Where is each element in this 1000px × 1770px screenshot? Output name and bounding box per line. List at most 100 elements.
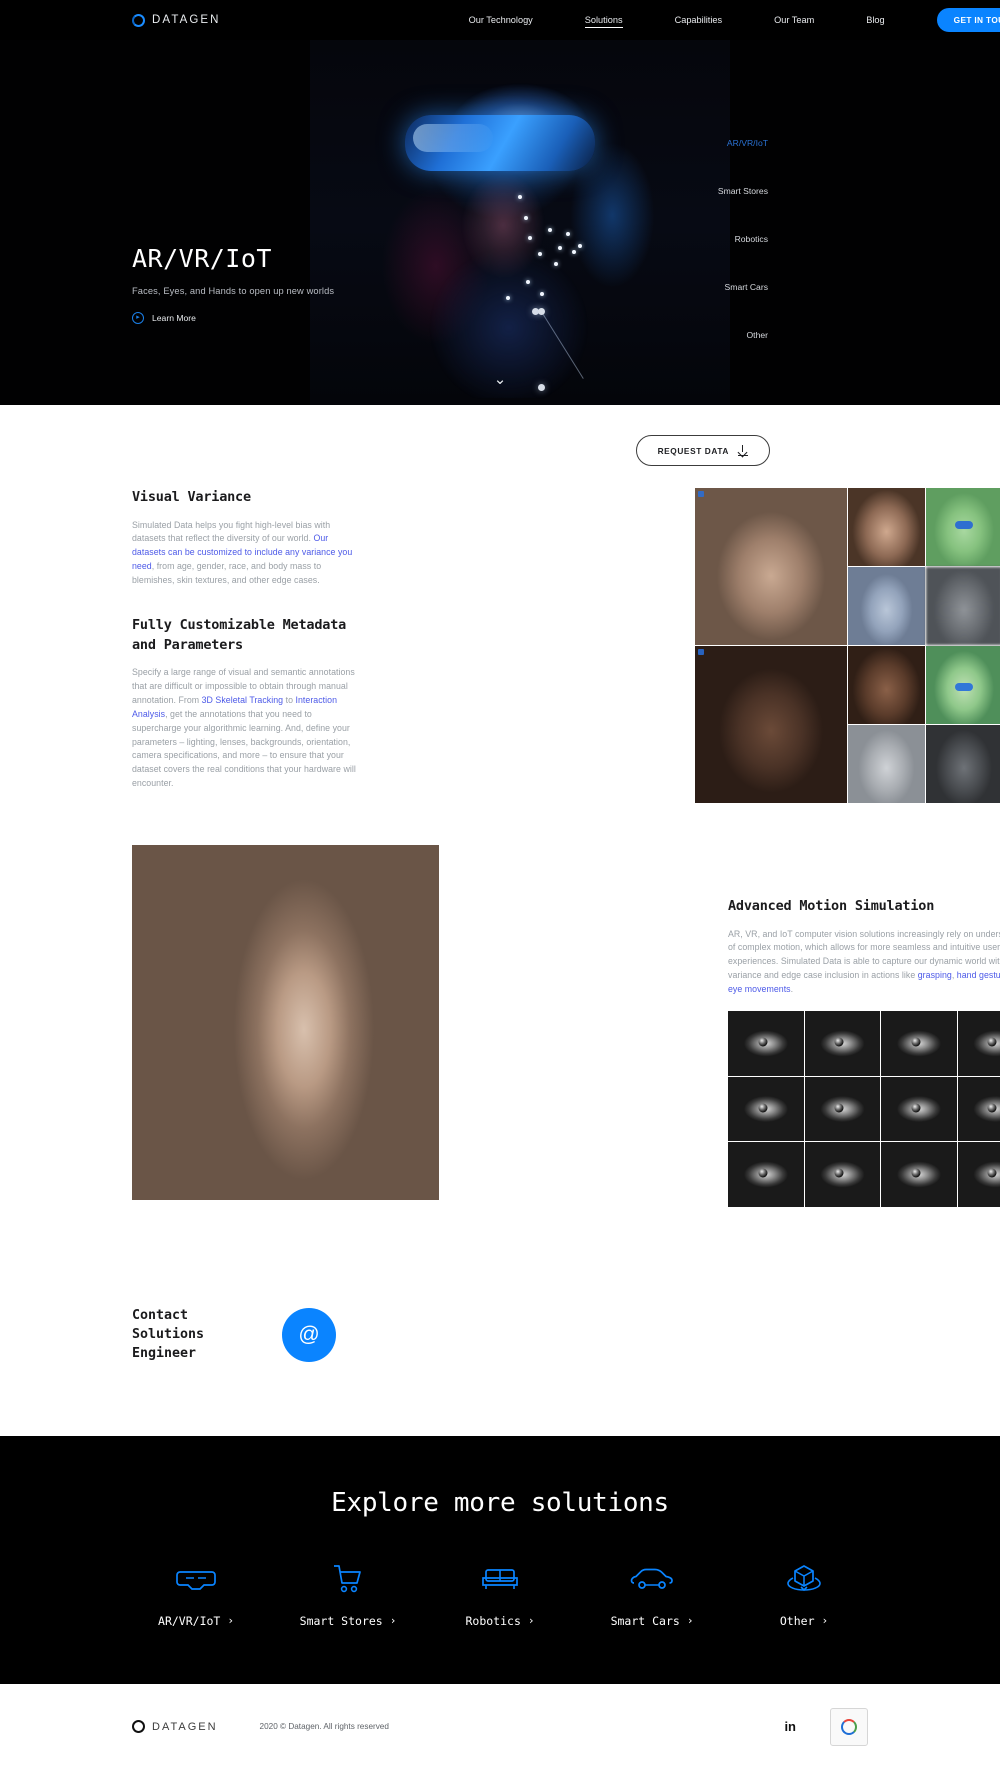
learn-more-button[interactable]: ▸ Learn More — [132, 312, 196, 324]
get-in-touch-button[interactable]: GET IN TOUCH — [937, 8, 1000, 32]
side-nav-item-arvriot[interactable]: AR/VR/IoT — [628, 138, 768, 148]
faces-image-grid — [695, 488, 1000, 803]
nav-link-solutions[interactable]: Solutions — [585, 12, 623, 28]
nav-link-blog[interactable]: Blog — [866, 12, 884, 28]
vr-headset-icon — [176, 1560, 216, 1598]
body-text: , get the annotations that you need to s… — [132, 709, 356, 788]
request-data-row: REQUEST DATA — [0, 405, 1000, 466]
recaptcha-icon — [841, 1719, 857, 1735]
page-root: DATAGEN Our Technology Solutions Capabil… — [0, 0, 1000, 1770]
contact-label: Contact Solutions Engineer — [132, 1307, 260, 1364]
solution-item-arvriot[interactable]: AR/VR/IoT › — [120, 1560, 272, 1628]
eyes-image-grid — [728, 1011, 1000, 1207]
side-nav-item-smart-stores[interactable]: Smart Stores — [628, 186, 768, 196]
linkedin-icon[interactable]: in — [784, 1719, 796, 1734]
solutions-row: AR/VR/IoT › Smart Stores › Robotics — [0, 1560, 1000, 1628]
footer-brand-name: DATAGEN — [152, 1721, 218, 1733]
solution-item-smart-cars[interactable]: Smart Cars › — [576, 1560, 728, 1628]
email-at-icon[interactable]: @ — [282, 1308, 336, 1362]
side-nav-item-robotics[interactable]: Robotics — [628, 234, 768, 244]
face-image-normal-map-2 — [848, 725, 925, 803]
main-content: REQUEST DATA Visual Variance Simulated D… — [0, 405, 1000, 1436]
chevron-right-icon: › — [528, 1614, 535, 1627]
solution-item-smart-stores[interactable]: Smart Stores › — [272, 1560, 424, 1628]
body-text: to — [283, 695, 295, 705]
section-body-advanced-motion: AR, VR, and IoT computer vision solution… — [728, 928, 1000, 997]
car-icon — [630, 1560, 674, 1598]
explore-title: Explore more solutions — [0, 1488, 1000, 1518]
face-image-young-man — [695, 646, 847, 803]
learn-more-label: Learn More — [152, 313, 196, 323]
label-text: Other — [780, 1614, 815, 1628]
face-image-segmentation-map-2 — [926, 646, 1000, 724]
label-text: Smart Stores — [300, 1614, 383, 1628]
nav-link-our-technology[interactable]: Our Technology — [469, 12, 533, 28]
nav-link-capabilities[interactable]: Capabilities — [675, 12, 723, 28]
chevron-right-icon: › — [390, 1614, 397, 1627]
anchor-dot-left — [538, 308, 545, 315]
hero-copy: AR/VR/IoT Faces, Eyes, and Hands to open… — [132, 245, 462, 324]
body-link-grasping[interactable]: grasping — [918, 970, 952, 980]
body-text: Simulated Data helps you fight high-leve… — [132, 520, 330, 544]
explore-solutions-section: Explore more solutions AR/VR/IoT › Smart… — [0, 1436, 1000, 1684]
scroll-down-chevron-icon[interactable]: ⌄ — [494, 372, 507, 387]
hero-section: AR/VR/IoT Faces, Eyes, and Hands to open… — [0, 40, 1000, 405]
sofa-icon — [480, 1560, 520, 1598]
face-image-man-portrait — [848, 646, 925, 724]
body-link-3d-skeletal-tracking[interactable]: 3D Skeletal Tracking — [202, 695, 283, 705]
section-row-visual-variance: Visual Variance Simulated Data helps you… — [0, 488, 1000, 803]
shopping-cart-icon — [331, 1560, 365, 1598]
footer-brand-logo[interactable]: DATAGEN — [132, 1720, 218, 1733]
eye-image — [805, 1011, 881, 1076]
image-badge-icon — [698, 649, 704, 655]
side-nav-item-smart-cars[interactable]: Smart Cars — [628, 282, 768, 292]
hero-subtitle: Faces, Eyes, and Hands to open up new wo… — [132, 286, 462, 296]
brand-name: DATAGEN — [152, 14, 221, 26]
body-link-eye-movements[interactable]: eye movements — [728, 984, 791, 994]
eye-image — [805, 1077, 881, 1142]
eye-image — [881, 1142, 957, 1207]
face-image-segmentation-map — [926, 488, 1000, 566]
brand-logo[interactable]: DATAGEN — [132, 14, 221, 27]
motion-text-column: Advanced Motion Simulation AR, VR, and I… — [393, 845, 1000, 1207]
label-text: Robotics — [465, 1614, 520, 1628]
hero-title: AR/VR/IoT — [132, 245, 462, 274]
section-body-visual-variance: Simulated Data helps you fight high-leve… — [132, 519, 360, 588]
page-footer: DATAGEN 2020 © Datagen. All rights reser… — [0, 1684, 1000, 1770]
contact-solutions-engineer[interactable]: Contact Solutions Engineer @ — [132, 1307, 1000, 1436]
chevron-right-icon: › — [227, 1614, 234, 1627]
section-title-advanced-motion: Advanced Motion Simulation — [728, 897, 1000, 917]
face-image-depth-map — [926, 567, 1000, 645]
label-text: Smart Cars — [611, 1614, 680, 1628]
top-navigation-bar: DATAGEN Our Technology Solutions Capabil… — [0, 0, 1000, 40]
eye-image — [958, 1011, 1000, 1076]
section-block-metadata: Fully Customizable Metadata and Paramete… — [132, 616, 360, 791]
motion-text-wrap: Advanced Motion Simulation AR, VR, and I… — [728, 897, 1000, 997]
face-image-woman-portrait — [848, 488, 925, 566]
eye-image — [958, 1077, 1000, 1142]
eye-image — [958, 1142, 1000, 1207]
body-link-hand-gestures[interactable]: hand gestures — [957, 970, 1000, 980]
eye-image — [805, 1142, 881, 1207]
image-badge-icon — [698, 491, 704, 497]
recaptcha-badge — [830, 1708, 868, 1746]
section-body-metadata: Specify a large range of visual and sema… — [132, 666, 360, 791]
nav-link-our-team[interactable]: Our Team — [774, 12, 814, 28]
solution-item-robotics[interactable]: Robotics › — [424, 1560, 576, 1628]
hero-side-navigation: AR/VR/IoT Smart Stores Robotics Smart Ca… — [628, 138, 768, 378]
face-image-normal-map — [848, 567, 925, 645]
solution-label-robotics: Robotics › — [465, 1614, 534, 1628]
eye-image — [728, 1011, 804, 1076]
chevron-right-icon: › — [687, 1614, 694, 1627]
solution-label-other: Other › — [780, 1614, 828, 1628]
solution-label-smart-stores: Smart Stores › — [300, 1614, 397, 1628]
request-data-button[interactable]: REQUEST DATA — [636, 435, 770, 466]
side-nav-item-other[interactable]: Other — [628, 330, 768, 340]
section-row-motion: Advanced Motion Simulation AR, VR, and I… — [0, 845, 1000, 1207]
eye-image — [728, 1077, 804, 1142]
footer-right: in — [784, 1708, 868, 1746]
solution-item-other[interactable]: Other › — [728, 1560, 880, 1628]
cube-rotate-icon — [784, 1560, 824, 1598]
eye-image — [728, 1142, 804, 1207]
eye-image — [881, 1077, 957, 1142]
